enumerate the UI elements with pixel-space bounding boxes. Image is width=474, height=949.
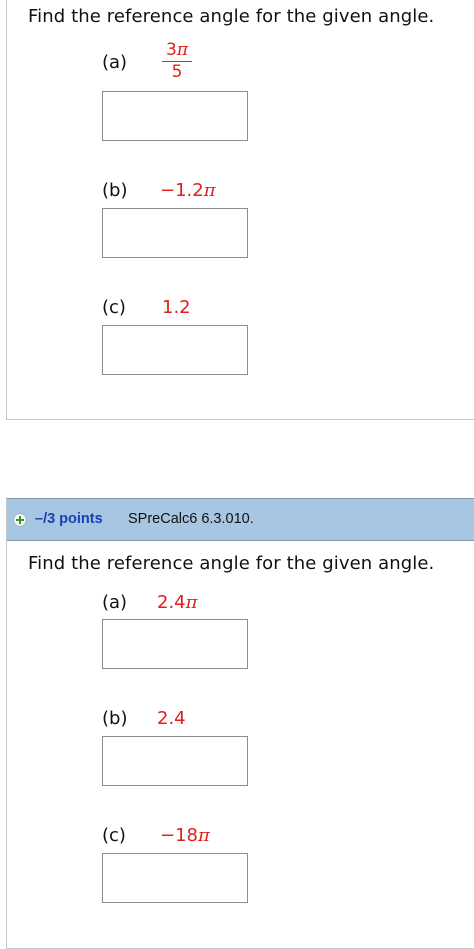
answer-input-a[interactable] (102, 91, 248, 141)
part-c-value: −18π (160, 825, 210, 846)
question-2-panel: –/3 points SPreCalc6 6.3.010. Find the r… (6, 498, 474, 949)
part-b-value: −1.2π (160, 180, 216, 201)
question-prompt: Find the reference angle for the given a… (28, 553, 435, 574)
fraction-denominator: 5 (171, 62, 183, 82)
part-b-label: (b) (102, 708, 128, 729)
part-c-label: (c) (102, 297, 126, 318)
part-a-label: (a) (102, 592, 128, 613)
answer-input-c[interactable] (102, 325, 248, 375)
question-header: –/3 points SPreCalc6 6.3.010. (7, 499, 474, 541)
part-b-label: (b) (102, 180, 128, 201)
part-a-fraction: 3π 5 (162, 40, 192, 81)
answer-input-a[interactable] (102, 619, 248, 669)
pi-symbol: π (176, 40, 188, 60)
fraction-numerator: 3 (165, 40, 177, 60)
points-label: –/3 points (35, 511, 103, 527)
question-prompt: Find the reference angle for the given a… (28, 6, 435, 27)
answer-input-c[interactable] (102, 853, 248, 903)
angle-value: 2.4 (157, 592, 186, 613)
part-c-value: 1.2 (162, 297, 191, 318)
pi-symbol: π (185, 592, 198, 613)
angle-value: −18 (160, 825, 198, 846)
angle-value: −1.2 (160, 180, 204, 201)
part-a-value: 2.4π (157, 592, 197, 613)
question-source: SPreCalc6 6.3.010. (128, 511, 254, 527)
part-b-value: 2.4 (157, 708, 186, 729)
pi-symbol: π (198, 825, 210, 846)
part-c-label: (c) (102, 825, 126, 846)
question-1-panel: Find the reference angle for the given a… (6, 0, 474, 420)
answer-input-b[interactable] (102, 736, 248, 786)
answer-input-b[interactable] (102, 208, 248, 258)
part-a-label: (a) (102, 52, 128, 73)
pi-symbol: π (203, 180, 216, 201)
expand-plus-icon[interactable] (13, 513, 27, 527)
